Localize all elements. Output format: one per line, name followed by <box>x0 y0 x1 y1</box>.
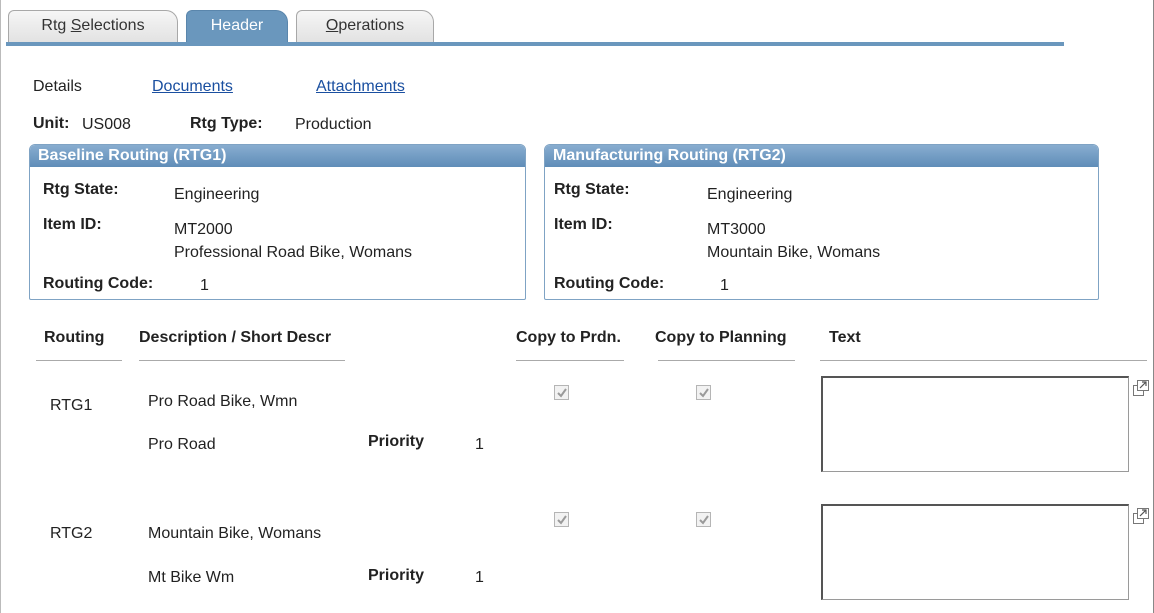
baseline-item-id-value: MT2000 <box>174 221 233 238</box>
tab-rtg-selections-label-a: Rtg <box>41 17 71 34</box>
manufacturing-rtg-state-label: Rtg State: <box>554 181 630 198</box>
tab-rtg-selections-label-b: elections <box>81 17 145 34</box>
expand-textbox-icon[interactable] <box>1132 507 1150 525</box>
row-short-descr: Mt Bike Wm <box>148 569 235 586</box>
manufacturing-item-id-label: Item ID: <box>554 216 613 233</box>
baseline-rtg-state-label: Rtg State: <box>43 181 119 198</box>
subnav-documents-link[interactable]: Documents <box>152 78 233 96</box>
rtg-type-value: Production <box>295 116 372 133</box>
tab-operations[interactable]: Operations <box>296 10 434 42</box>
tab-strip-underline <box>6 42 1064 46</box>
baseline-routing-title: Baseline Routing (RTG1) <box>30 145 525 167</box>
tab-rtg-selections-accesskey: S <box>70 17 82 34</box>
baseline-routing-code-label: Routing Code: <box>43 275 154 292</box>
expand-textbox-icon[interactable] <box>1132 379 1150 397</box>
copy-planning-checkbox[interactable] <box>696 385 711 400</box>
tab-operations-accesskey: O <box>325 17 339 34</box>
col-header-description: Description / Short Descr <box>139 329 332 346</box>
col-header-text: Text <box>829 329 861 346</box>
copy-planning-checkbox[interactable] <box>696 512 711 527</box>
manufacturing-item-id-value: MT3000 <box>707 221 766 238</box>
baseline-rtg-state-value: Engineering <box>174 186 260 203</box>
copy-prdn-checkbox[interactable] <box>554 385 569 400</box>
row-priority-value: 1 <box>475 436 484 453</box>
row-description: Mountain Bike, Womans <box>148 525 322 542</box>
tab-operations-label: perations <box>338 17 405 34</box>
unit-value: US008 <box>82 116 131 133</box>
row-routing: RTG2 <box>50 525 93 542</box>
col-underline-description <box>139 360 345 361</box>
rtg-type-label: Rtg Type: <box>190 115 263 132</box>
tab-header-label: Header <box>210 17 264 34</box>
row-short-descr: Pro Road <box>148 436 216 453</box>
text-textarea[interactable] <box>821 376 1129 472</box>
col-header-copy-prdn: Copy to Prdn. <box>516 329 621 346</box>
col-underline-copy-prdn <box>516 360 624 361</box>
manufacturing-routing-title: Manufacturing Routing (RTG2) <box>545 145 1098 167</box>
manufacturing-rtg-state-value: Engineering <box>707 186 793 203</box>
col-underline-text <box>820 360 1147 361</box>
row-priority-value: 1 <box>475 569 484 586</box>
col-underline-copy-planning <box>658 360 795 361</box>
row-priority-label: Priority <box>368 567 425 584</box>
col-header-copy-planning: Copy to Planning <box>655 329 787 346</box>
row-priority-label: Priority <box>368 433 425 450</box>
tab-header[interactable]: Header <box>186 10 288 43</box>
unit-label: Unit: <box>33 115 70 132</box>
tab-rtg-selections[interactable]: Rtg Selections <box>8 10 178 42</box>
col-header-routing: Routing <box>44 329 105 346</box>
row-description: Pro Road Bike, Wmn <box>148 393 298 410</box>
baseline-routing-code-value: 1 <box>200 277 209 294</box>
col-underline-routing <box>36 360 122 361</box>
manufacturing-item-description: Mountain Bike, Womans <box>707 244 881 261</box>
copy-prdn-checkbox[interactable] <box>554 512 569 527</box>
manufacturing-routing-code-label: Routing Code: <box>554 275 665 292</box>
row-routing: RTG1 <box>50 397 93 414</box>
text-textarea[interactable] <box>821 504 1129 600</box>
subnav-details: Details <box>33 78 82 95</box>
baseline-item-description: Professional Road Bike, Womans <box>174 244 413 261</box>
manufacturing-routing-code-value: 1 <box>720 277 729 294</box>
baseline-item-id-label: Item ID: <box>43 216 102 233</box>
subnav-attachments-link[interactable]: Attachments <box>316 78 405 96</box>
